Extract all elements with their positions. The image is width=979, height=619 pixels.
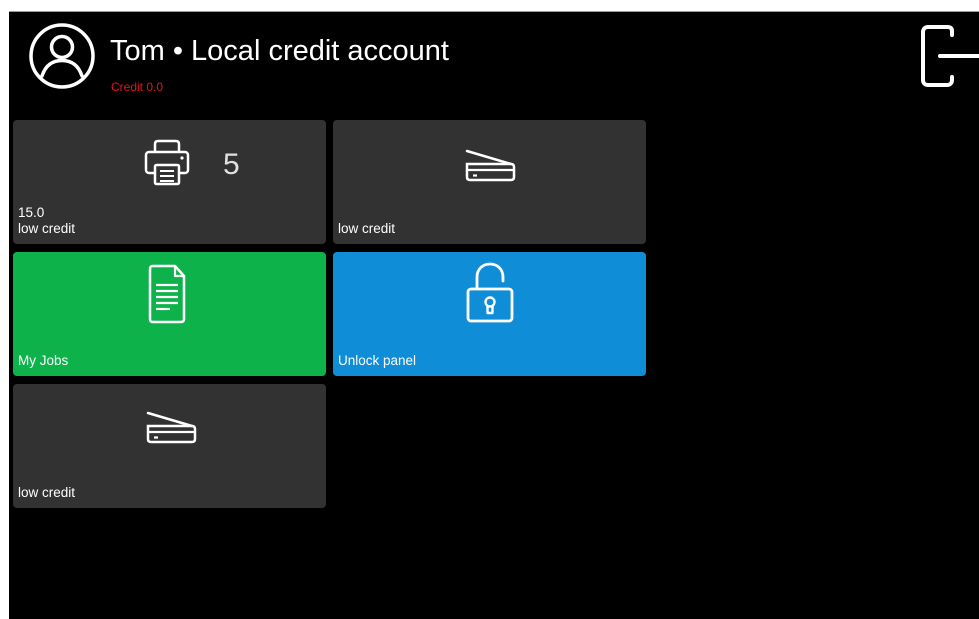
unlock-icon [466,262,514,323]
account-title: Tom • Local credit account [110,35,449,67]
print-tile[interactable]: 5 15.0 low credit [13,120,326,244]
user-circle-icon[interactable] [28,22,96,90]
print-credit-value: 15.0 [18,205,45,220]
terminal-screen: Tom • Local credit account Credit 0.0 5 … [9,12,979,619]
document-icon [148,264,186,324]
printer-icon [144,139,190,186]
unlock-panel-label: Unlock panel [338,353,417,368]
job-count: 5 [223,148,240,181]
print-status: low credit [18,221,76,236]
scan-tile-2[interactable]: low credit [13,384,326,508]
unlock-panel-tile[interactable]: Unlock panel [333,252,646,376]
scan-tile[interactable]: low credit [333,120,646,244]
scan-status: low credit [338,221,396,236]
my-jobs-label: My Jobs [18,353,69,368]
logout-icon[interactable] [918,22,979,90]
scan-2-status: low credit [18,485,76,500]
scanner-icon [146,411,197,444]
my-jobs-tile[interactable]: My Jobs [13,252,326,376]
credit-balance: Credit 0.0 [111,80,164,94]
scanner-icon [465,149,516,182]
